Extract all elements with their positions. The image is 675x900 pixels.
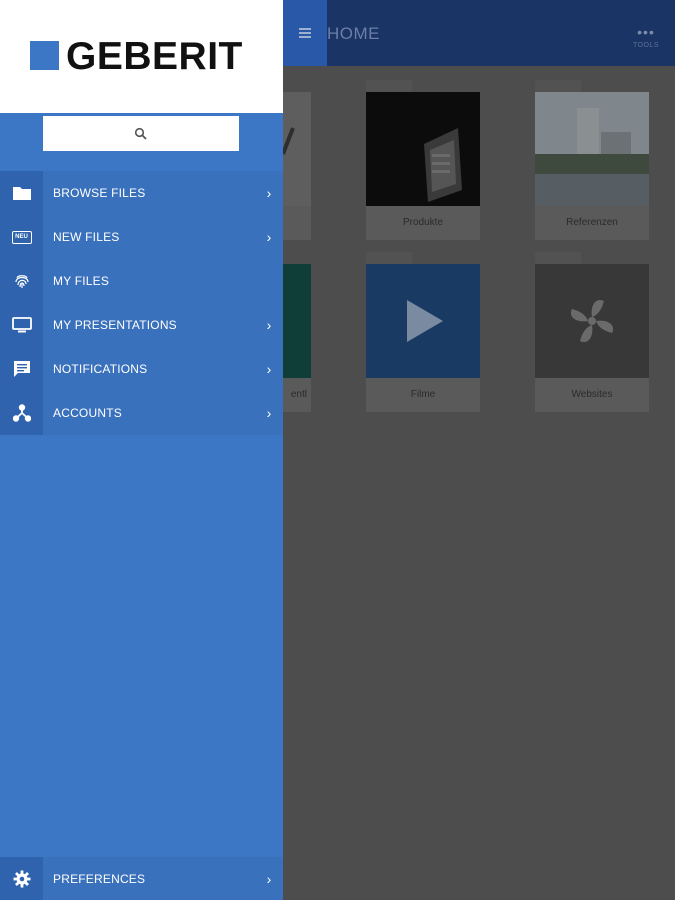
nav-item-my-files[interactable]: MY FILES (0, 259, 283, 303)
websites-thumbnail (535, 264, 649, 378)
nav-item-label: ACCOUNTS (53, 406, 122, 420)
nav-item-label: MY PRESENTATIONS (53, 318, 177, 332)
chevron-right-icon: › (266, 870, 272, 887)
chevron-right-icon: › (266, 405, 272, 421)
tile-websites[interactable]: Websites (535, 252, 649, 412)
folder-icon (12, 187, 31, 200)
nav-item-new-files[interactable]: NEU NEW FILES › (0, 215, 283, 259)
chevron-right-icon: › (266, 229, 272, 245)
tools-label: TOOLS (632, 42, 660, 49)
network-icon (12, 404, 31, 422)
chevron-right-icon: › (266, 317, 272, 333)
menu-button[interactable] (283, 0, 327, 66)
hamburger-icon (299, 28, 311, 38)
referenzen-thumbnail (535, 92, 649, 206)
tile-referenzen[interactable]: Referenzen (535, 80, 649, 240)
nav-item-label: NEW FILES (53, 230, 120, 244)
nav-item-label: NOTIFICATIONS (53, 362, 148, 376)
chevron-right-icon: › (266, 185, 272, 201)
search-icon (134, 127, 147, 140)
tile-produkte[interactable]: Produkte (366, 80, 480, 240)
new-badge-text: NEU (15, 234, 28, 240)
monitor-icon (11, 317, 32, 333)
play-icon (407, 300, 443, 342)
nav-item-my-presentations[interactable]: MY PRESENTATIONS › (0, 303, 283, 347)
chat-bubble-icon (13, 361, 30, 377)
chevron-right-icon: › (266, 361, 272, 377)
tile-caption: Produkte (366, 206, 480, 240)
navigation-drawer: GEBERIT BROWSE FILES › NEU NEW FILES › M… (0, 0, 283, 900)
pinwheel-icon (570, 299, 614, 343)
search-field[interactable] (43, 116, 239, 151)
nav-item-preferences[interactable]: PREFERENCES › (0, 857, 283, 900)
nav-item-label: PREFERENCES (53, 871, 146, 886)
nav-item-accounts[interactable]: ACCOUNTS › (0, 391, 283, 435)
nav-item-browse-files[interactable]: BROWSE FILES › (0, 171, 283, 215)
nav-item-notifications[interactable]: NOTIFICATIONS › (0, 347, 283, 391)
nav-item-label: BROWSE FILES (53, 186, 146, 200)
logo-area: GEBERIT (0, 0, 283, 113)
fingerprint-icon (14, 275, 29, 288)
tile-caption: Referenzen (535, 206, 649, 240)
brand-logo-square (30, 41, 59, 70)
produkte-thumbnail (366, 92, 480, 206)
more-dots-icon: ••• (637, 24, 655, 40)
new-badge-icon: NEU (11, 230, 32, 244)
tile-caption: Filme (366, 378, 480, 412)
tile-caption: Websites (535, 378, 649, 412)
tools-button[interactable]: ••• TOOLS (631, 24, 661, 49)
filme-thumbnail (366, 264, 480, 378)
page-title: HOME (327, 24, 380, 43)
nav-item-label: MY FILES (53, 274, 110, 288)
brand-logo: GEBERIT (66, 35, 243, 78)
gear-icon (13, 870, 30, 887)
tile-filme[interactable]: Filme (366, 252, 480, 412)
